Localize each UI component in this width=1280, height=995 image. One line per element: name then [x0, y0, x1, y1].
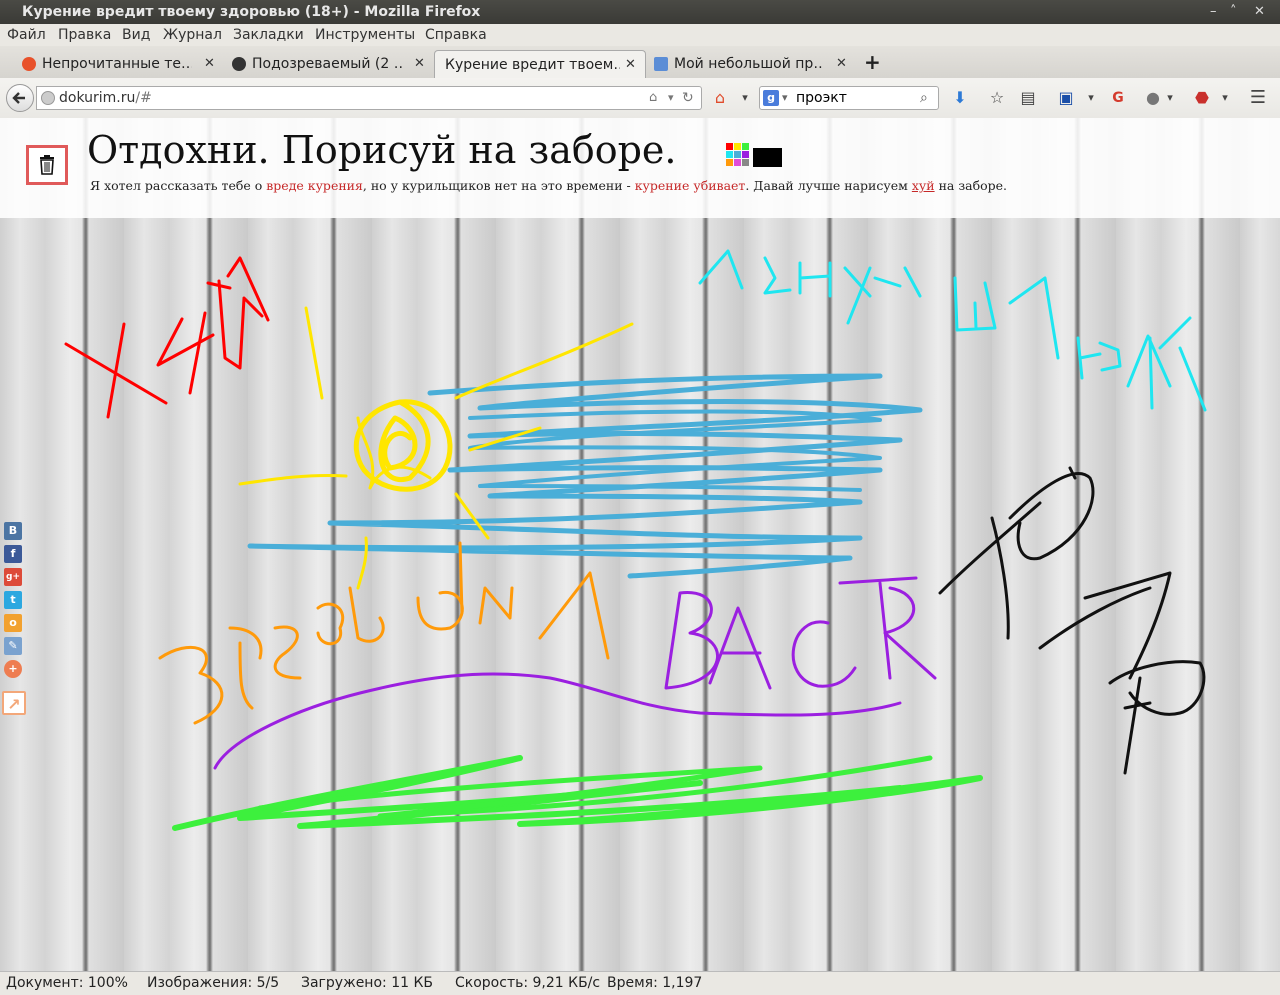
- dropdown-history-icon[interactable]: ▾: [668, 87, 674, 109]
- subtitle-text: Я хотел рассказать тебе о: [90, 178, 267, 193]
- page-subtitle: Я хотел рассказать тебе о вреде курения,…: [90, 178, 1007, 193]
- reload-icon[interactable]: ↻: [682, 87, 694, 109]
- page-icon: [654, 57, 668, 71]
- subtitle-text: на заборе.: [934, 178, 1008, 193]
- search-icon[interactable]: ⌕: [920, 87, 928, 109]
- page-header: Отдохни. Порисуй на заборе. Я хотел расс…: [0, 118, 1280, 218]
- search-input[interactable]: проэкт: [796, 87, 847, 109]
- tab-project[interactable]: Мой небольшой пр… ✕: [650, 50, 856, 78]
- subtitle-text: . Давай лучше нарисуем: [745, 178, 912, 193]
- external-share-icon[interactable]: ↗: [2, 691, 26, 715]
- add-more-icon[interactable]: +: [4, 660, 22, 678]
- tab-label: Мой небольшой пр…: [674, 56, 824, 72]
- menu-bookmarks[interactable]: Закладки: [233, 24, 304, 46]
- menu-file[interactable]: Файл: [7, 24, 46, 46]
- blue-water-scribble: [247, 373, 923, 579]
- status-time: Время: 1,197: [607, 975, 703, 991]
- url-host: dokurim.ru: [59, 90, 136, 106]
- ubuntu-icon: [22, 57, 36, 71]
- close-tab-icon[interactable]: ✕: [836, 51, 847, 77]
- googleplus-icon[interactable]: g+: [4, 568, 22, 586]
- bookmark-star-icon[interactable]: ☆: [987, 88, 1007, 108]
- back-arrow-icon: [12, 92, 25, 104]
- tab-label: Непрочитанные те…: [42, 56, 192, 72]
- url-path: /#: [135, 90, 152, 106]
- download-icon[interactable]: ⬇: [950, 88, 970, 108]
- status-document: Документ: 100%: [6, 975, 128, 991]
- addon-dropdown-icon[interactable]: ▾: [1160, 88, 1180, 108]
- adblock-dropdown-icon[interactable]: ▾: [1215, 88, 1235, 108]
- drawing-canvas[interactable]: [0, 118, 1280, 971]
- close-window-button[interactable]: ✕: [1254, 0, 1265, 24]
- avatar-icon: [232, 57, 246, 71]
- status-images: Изображения: 5/5: [147, 975, 280, 991]
- back-button[interactable]: [6, 84, 34, 112]
- home-dropdown-icon[interactable]: ▾: [735, 88, 755, 108]
- bookmarks-list-icon[interactable]: ▤: [1018, 88, 1038, 108]
- subtitle-text: , но у курильщиков нет на это времени -: [362, 178, 635, 193]
- menu-history[interactable]: Журнал: [163, 24, 222, 46]
- odnoklassniki-icon[interactable]: о: [4, 614, 22, 632]
- tab-label: Курение вредит твоем…: [445, 57, 620, 73]
- trash-icon: [40, 155, 54, 175]
- red-scribble: [64, 256, 270, 419]
- window-title: Курение вредит твоему здоровью (18+) - M…: [22, 4, 481, 20]
- search-bar[interactable]: g ▾ проэкт ⌕: [759, 86, 939, 110]
- save-dropdown-icon[interactable]: ▾: [1081, 88, 1101, 108]
- link-smoking-kills[interactable]: курение убивает: [635, 178, 746, 193]
- vk-icon[interactable]: В: [4, 522, 22, 540]
- clear-canvas-button[interactable]: [26, 145, 68, 185]
- page-content: Отдохни. Порисуй на заборе. Я хотел расс…: [0, 118, 1280, 971]
- current-color-swatch[interactable]: [753, 148, 782, 167]
- close-tab-icon[interactable]: ✕: [414, 51, 425, 77]
- menu-edit[interactable]: Правка: [58, 24, 111, 46]
- tab-smoking-active[interactable]: Курение вредит твоем… ✕: [434, 50, 646, 78]
- cyan-scribble: [698, 249, 1207, 412]
- tab-label: Подозреваемый (2 …: [252, 56, 402, 72]
- bookmark-site-icon[interactable]: ⌂: [649, 87, 657, 109]
- tab-bar: Непрочитанные те… ✕ Подозреваемый (2 … ✕…: [0, 46, 1280, 79]
- tab-unread[interactable]: Непрочитанные те… ✕: [18, 50, 224, 78]
- green-grass-scribble: [172, 755, 983, 831]
- globe-icon: [41, 91, 55, 105]
- tab-suspect[interactable]: Подозреваемый (2 … ✕: [228, 50, 434, 78]
- palette-grid-icon: [726, 143, 749, 166]
- maximize-button[interactable]: ˄: [1230, 0, 1237, 24]
- new-tab-button[interactable]: +: [864, 50, 884, 78]
- menu-view[interactable]: Вид: [122, 24, 150, 46]
- facebook-icon[interactable]: f: [4, 545, 22, 563]
- home-icon[interactable]: ⌂: [710, 88, 730, 108]
- google-icon[interactable]: g: [763, 90, 779, 106]
- color-palette-button[interactable]: [726, 143, 750, 167]
- adblock-plus-icon[interactable]: ⬣: [1192, 88, 1212, 108]
- livejournal-icon[interactable]: ✎: [4, 637, 22, 655]
- status-bar: Документ: 100% Изображения: 5/5 Загружен…: [0, 971, 1280, 995]
- close-tab-icon[interactable]: ✕: [625, 52, 636, 78]
- page-title: Отдохни. Порисуй на заборе.: [87, 128, 677, 172]
- link-smoking-harm[interactable]: вреде курения: [266, 178, 363, 193]
- menu-tools[interactable]: Инструменты: [315, 24, 415, 46]
- navigation-bar: dokurim.ru/# ⌂ ▾ ↻ ⌂ ▾ g ▾ проэкт ⌕ ⬇ ☆ …: [0, 78, 1280, 119]
- menu-help[interactable]: Справка: [425, 24, 487, 46]
- url-bar[interactable]: dokurim.ru/# ⌂ ▾ ↻: [36, 86, 702, 110]
- status-speed: Скорость: 9,21 КБ/с: [455, 975, 601, 991]
- window-titlebar: Курение вредит твоему здоровью (18+) - M…: [0, 0, 1280, 24]
- search-engine-dropdown-icon[interactable]: ▾: [782, 87, 788, 109]
- url-text: dokurim.ru/#: [59, 87, 152, 109]
- menu-hamburger-icon[interactable]: ☰: [1248, 88, 1268, 108]
- black-scribble: [938, 466, 1206, 775]
- link-word[interactable]: хуй: [912, 178, 935, 193]
- save-icon[interactable]: ▣: [1056, 88, 1076, 108]
- orange-scribble: [158, 541, 610, 725]
- menu-bar: Файл Правка Вид Журнал Закладки Инструме…: [0, 24, 1280, 46]
- twitter-icon[interactable]: t: [4, 591, 22, 609]
- status-loaded: Загружено: 11 КБ: [301, 975, 434, 991]
- minimize-button[interactable]: –: [1210, 0, 1217, 24]
- close-tab-icon[interactable]: ✕: [204, 51, 215, 77]
- gmail-checker-icon[interactable]: G: [1108, 88, 1128, 108]
